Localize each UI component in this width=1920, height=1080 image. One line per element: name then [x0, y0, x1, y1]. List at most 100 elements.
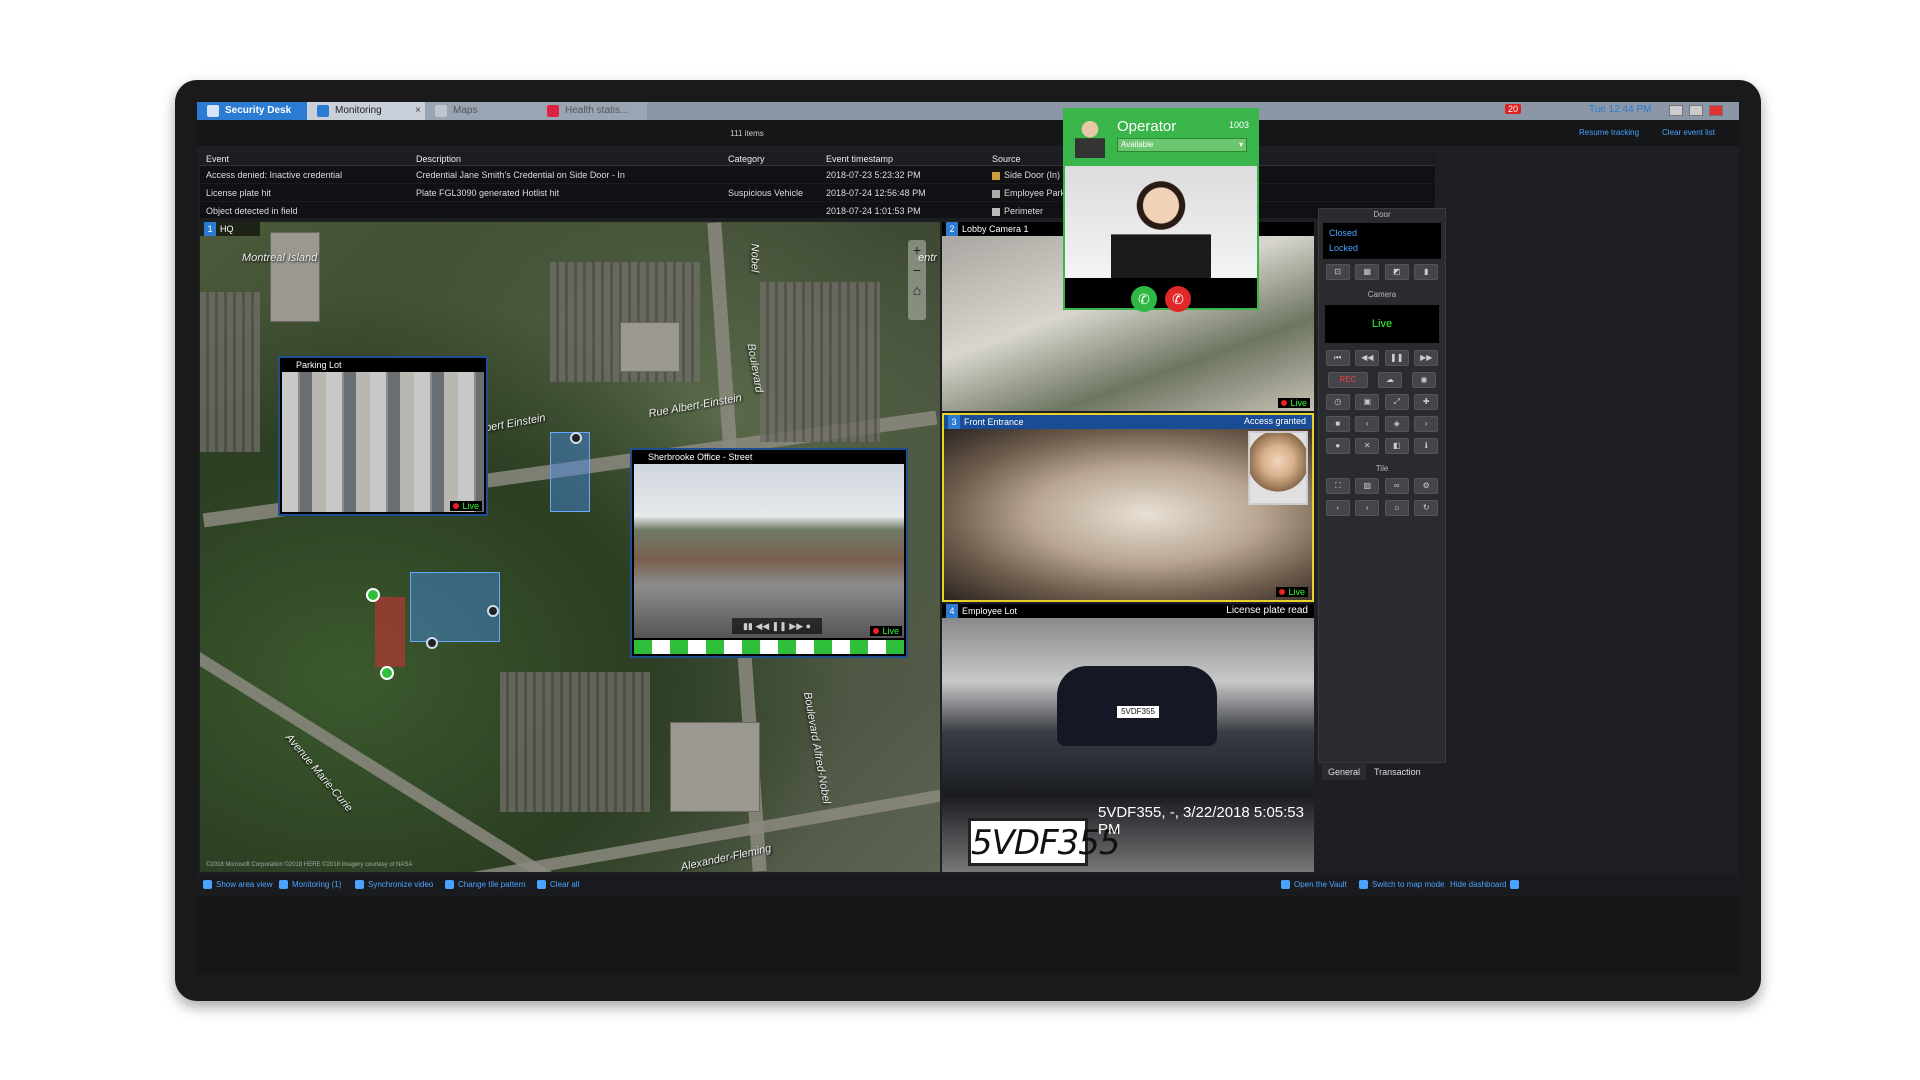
plate-read-text: 5VDF355, -, 3/22/2018 5:05:53 PM [1098, 804, 1304, 838]
tab-health-statistics[interactable]: Health statis... [537, 102, 647, 120]
chevron-left-icon[interactable]: ‹ [1325, 500, 1350, 516]
notification-badge[interactable]: 20 [1505, 104, 1522, 114]
status-dropdown[interactable]: Available ▾ [1117, 138, 1247, 152]
health-icon [547, 105, 559, 117]
camera-actions: ◷ ▣ ⤢ ✚ [1319, 391, 1445, 413]
building-zone[interactable] [550, 432, 590, 512]
unlock-button[interactable]: ⊡ [1325, 264, 1350, 280]
record-button[interactable]: REC [1328, 372, 1368, 388]
lpr-icon [992, 189, 1000, 198]
tab-security-desk[interactable]: Security Desk [197, 102, 307, 120]
accept-call-button[interactable]: ✆ [1131, 286, 1157, 312]
tab-label: Security Desk [225, 105, 292, 116]
minimize-button[interactable] [1669, 105, 1683, 116]
ptz-icon[interactable]: ✚ [1414, 394, 1439, 410]
snapshot-icon[interactable]: ▣ [1355, 394, 1380, 410]
perimeter-zone[interactable] [375, 597, 405, 667]
bottom-toolbar: Show area view Monitoring (1) Synchroniz… [197, 874, 1739, 896]
source-text: Perimeter [1004, 206, 1044, 216]
popup-title: Parking Lot [280, 358, 486, 372]
col-event-timestamp[interactable]: Event timestamp [826, 152, 893, 166]
eye-icon[interactable]: ◉ [1412, 372, 1436, 388]
col-description[interactable]: Description [416, 152, 461, 166]
settings-icon[interactable]: ⚙ [1414, 478, 1439, 494]
close-button[interactable] [1709, 105, 1723, 116]
close-icon[interactable]: ✕ [1355, 438, 1380, 454]
clear-event-list-button[interactable]: Clear event list [1662, 128, 1715, 137]
parking-lot-popup[interactable]: Parking Lot Live [278, 356, 488, 516]
tab-general[interactable]: General [1322, 764, 1367, 780]
map-icon [1359, 880, 1368, 890]
col-event[interactable]: Event [206, 152, 229, 166]
maximize-button[interactable] [1689, 105, 1703, 116]
monitoring-button[interactable]: Monitoring (1) [279, 880, 341, 890]
clear-all-button[interactable]: Clear all [537, 880, 579, 890]
open-vault-button[interactable]: Open the Vault [1281, 880, 1347, 890]
reject-call-button[interactable]: ✆ [1165, 286, 1191, 312]
lower-area [197, 896, 1739, 974]
hide-dashboard-button[interactable]: Hide dashboard [1450, 880, 1523, 890]
rewind-button[interactable]: ◀◀ [1355, 350, 1380, 366]
zoom-out-button[interactable]: − [908, 260, 926, 280]
camera-icon[interactable] [426, 637, 438, 649]
chevron-right-icon[interactable]: › [1355, 500, 1380, 516]
door-status-box: Closed Locked [1323, 223, 1441, 259]
switch-map-mode-button[interactable]: Switch to map mode [1359, 880, 1444, 890]
playback-controls[interactable]: ▮▮ ◀◀ ❚❚ ▶▶ ● [732, 618, 822, 634]
caller-name: Operator [1117, 118, 1177, 135]
street-camera-popup[interactable]: Sherbrooke Office - Street ▮▮ ◀◀ ❚❚ ▶▶ ●… [630, 448, 908, 658]
trash-icon[interactable]: ▮ [1414, 264, 1439, 280]
button-label: Open the Vault [1294, 880, 1347, 889]
tile-number: 1 [204, 222, 216, 236]
close-icon[interactable]: × [415, 102, 421, 120]
sensor-icon[interactable] [366, 588, 380, 602]
zoom-in-button[interactable]: + [908, 240, 926, 260]
home-icon[interactable]: ⌂ [1384, 500, 1409, 516]
show-area-view-button[interactable]: Show area view [203, 880, 272, 890]
resume-tracking-button[interactable]: Resume tracking [1579, 128, 1639, 137]
override-button[interactable]: ▦ [1355, 264, 1380, 280]
binoculars-icon[interactable]: ∞ [1384, 478, 1409, 494]
col-category[interactable]: Category [728, 152, 765, 166]
map-tile[interactable]: Montreal Island Albert Einstein Rue Albe… [200, 222, 940, 872]
fullscreen-icon[interactable]: ⛶ [1325, 478, 1350, 494]
image-icon[interactable]: ▨ [1355, 478, 1380, 494]
dashboard-panel: Door Closed Locked ⊡ ▦ ◩ ▮ Camera Live ⏮… [1318, 208, 1446, 763]
tab-transaction[interactable]: Transaction [1368, 764, 1427, 780]
tile-employee-lot[interactable]: 5VDF355 4 Employee Lot License plate read… [942, 604, 1314, 872]
square-icon[interactable]: ■ [1325, 416, 1350, 432]
intercom-call-popup[interactable]: Operator 1003 Available ▾ ✆ ✆ [1063, 108, 1259, 312]
live-indicator: Live [1278, 398, 1310, 408]
caller-extension: 1003 [1228, 120, 1249, 130]
tab-maps[interactable]: Maps [425, 102, 537, 120]
map-icon [435, 105, 447, 117]
chevron-left-icon[interactable]: ‹ [1355, 416, 1380, 432]
cloud-icon[interactable]: ☁ [1378, 372, 1402, 388]
tab-monitoring[interactable]: Monitoring × [307, 102, 425, 120]
col-source[interactable]: Source [992, 152, 1021, 166]
live-indicator: Live [450, 501, 482, 511]
zoom-control[interactable]: + − ⌂ [908, 240, 926, 320]
tile-front-entrance[interactable]: 3 Front Entrance Access granted Live [942, 413, 1314, 602]
alarm-icon[interactable]: ● [1325, 438, 1350, 454]
synchronize-video-button[interactable]: Synchronize video [355, 880, 433, 890]
zoom-icon[interactable]: ⤢ [1384, 394, 1409, 410]
info-icon[interactable]: ℹ [1414, 438, 1439, 454]
camera-icon[interactable] [570, 432, 582, 444]
bookmark-icon[interactable]: ◈ [1384, 416, 1409, 432]
refresh-icon[interactable]: ↻ [1414, 500, 1439, 516]
video-timeline[interactable] [634, 640, 904, 654]
chevron-right-icon[interactable]: › [1414, 416, 1439, 432]
sensor-icon[interactable] [380, 666, 394, 680]
clock-icon[interactable]: ◷ [1325, 394, 1350, 410]
pause-button[interactable]: ❚❚ [1384, 350, 1409, 366]
building-zone[interactable] [410, 572, 500, 642]
shunt-button[interactable]: ◩ [1384, 264, 1409, 280]
forward-button[interactable]: ▶▶ [1414, 350, 1439, 366]
camera-icon[interactable] [487, 605, 499, 617]
rewind-start-button[interactable]: ⏮ [1325, 350, 1350, 366]
change-tile-pattern-button[interactable]: Change tile pattern [445, 880, 526, 890]
export-icon[interactable]: ◧ [1384, 438, 1409, 454]
category-cell: Suspicious Vehicle [728, 188, 804, 198]
home-icon[interactable]: ⌂ [908, 280, 926, 300]
